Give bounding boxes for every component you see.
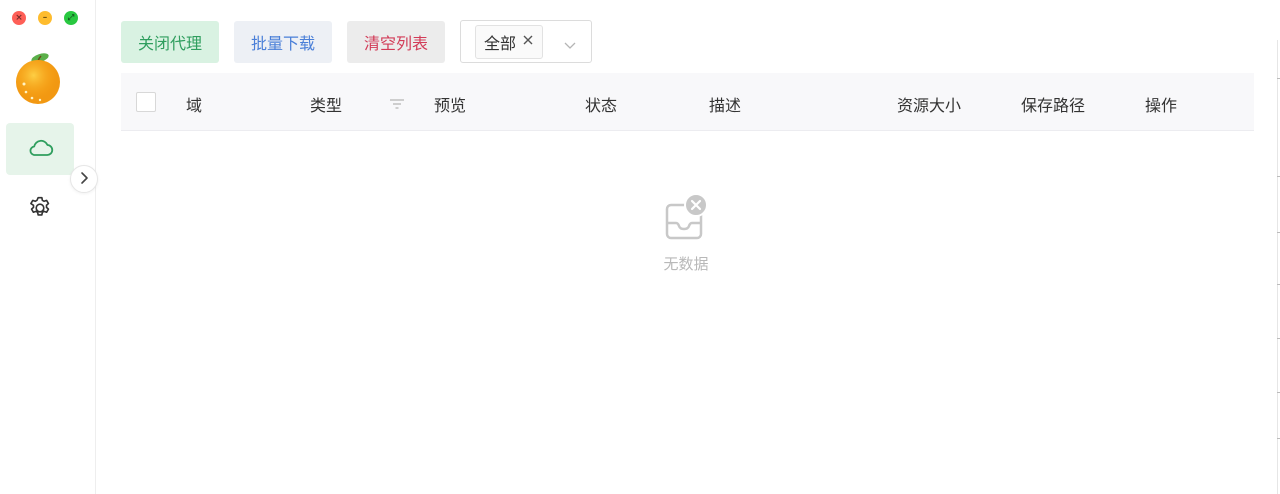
gear-icon — [27, 195, 53, 225]
sidebar-collapse-button[interactable] — [70, 165, 98, 193]
window-controls: × – ⤢ — [12, 11, 78, 25]
app-window: × – ⤢ 关闭代理 批量下载 清空列表 全部 域 类型 预览 状态 描述 资源… — [0, 0, 1280, 494]
window-maximize-button[interactable]: ⤢ — [64, 11, 78, 25]
cloud-icon — [26, 136, 54, 162]
column-header-size: 资源大小 — [897, 96, 962, 115]
batch-download-button[interactable]: 批量下载 — [234, 20, 333, 63]
empty-state-text: 无数据 — [663, 255, 709, 273]
column-header-actions: 操作 — [1145, 96, 1178, 115]
type-filter-select[interactable]: 全部 — [460, 20, 593, 63]
close-proxy-button[interactable]: 关闭代理 — [121, 20, 220, 63]
sidebar-item-settings[interactable] — [6, 184, 74, 236]
sidebar: × – ⤢ — [0, 0, 98, 494]
clear-list-button[interactable]: 清空列表 — [347, 20, 446, 63]
selected-tag-label: 全部 — [484, 33, 517, 53]
selected-tag: 全部 — [475, 24, 544, 59]
toolbar: 关闭代理 批量下载 清空列表 全部 — [121, 20, 593, 63]
sidebar-item-proxy[interactable] — [6, 123, 74, 175]
window-minimize-button[interactable]: – — [38, 11, 52, 25]
resource-table: 域 类型 预览 状态 描述 资源大小 保存路径 操作 无数据 — [121, 73, 1254, 273]
tag-remove-icon[interactable] — [522, 34, 534, 50]
column-header-type: 类型 — [310, 96, 343, 115]
filter-icon[interactable] — [389, 95, 405, 114]
select-all-checkbox[interactable] — [136, 92, 156, 112]
window-right-edge — [1277, 40, 1278, 494]
column-header-preview: 预览 — [434, 96, 467, 115]
column-header-description: 描述 — [709, 96, 742, 115]
empty-state: 无数据 — [641, 193, 731, 274]
column-header-save-path: 保存路径 — [1021, 96, 1086, 115]
orange-icon — [14, 52, 64, 106]
table-header: 域 类型 预览 状态 描述 资源大小 保存路径 操作 — [121, 73, 1254, 131]
chevron-down-icon — [563, 35, 577, 54]
column-header-status: 状态 — [585, 96, 618, 115]
chevron-right-icon — [79, 170, 89, 189]
empty-inbox-icon — [662, 193, 710, 245]
column-header-domain: 域 — [186, 96, 203, 115]
window-close-button[interactable]: × — [12, 11, 26, 25]
